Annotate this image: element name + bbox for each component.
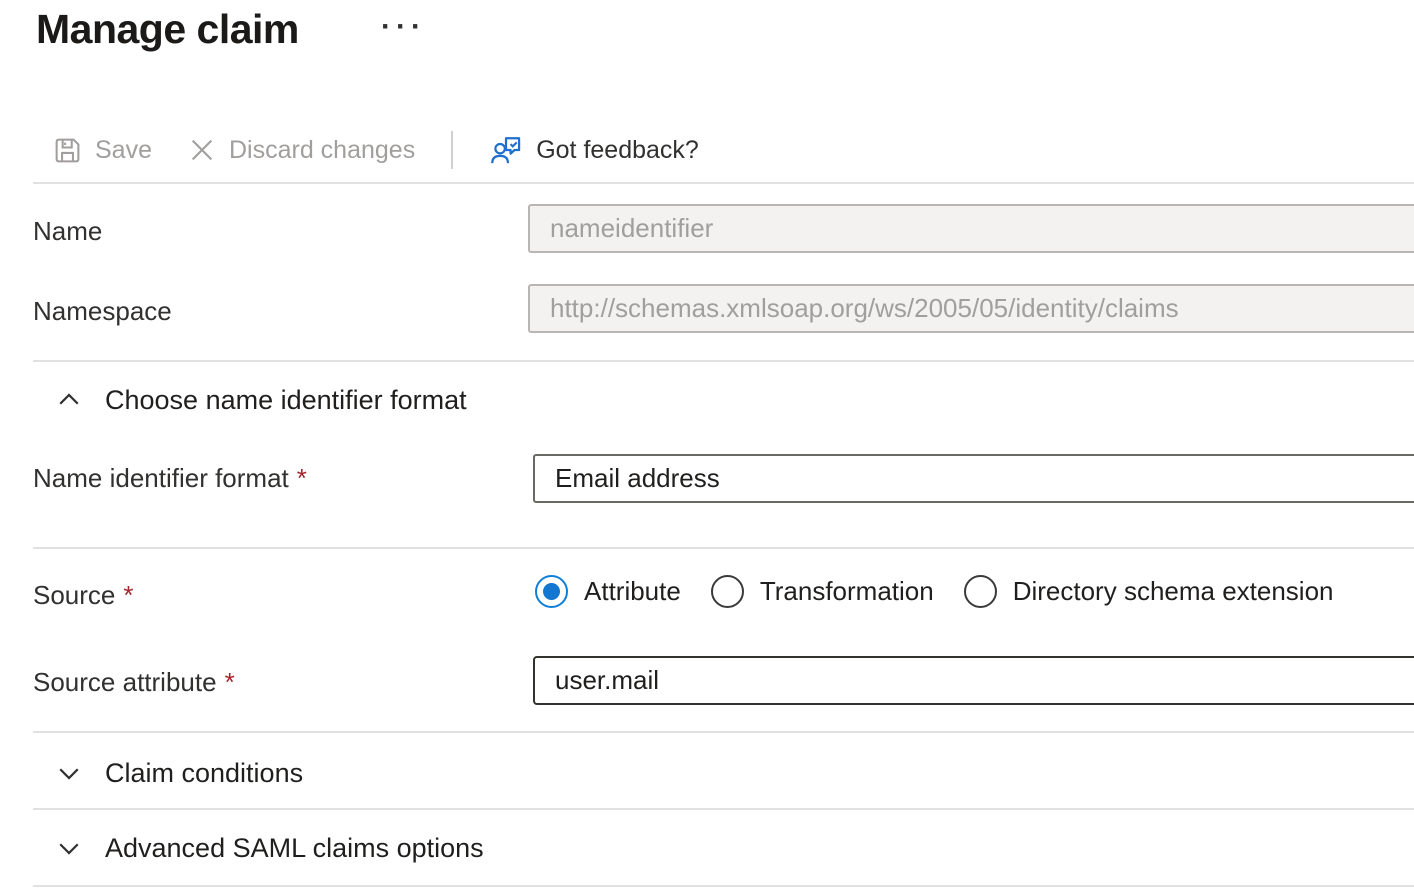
namespace-input: http://schemas.xmlsoap.org/ws/2005/05/id…: [528, 284, 1414, 333]
section-advanced-saml-claims-options[interactable]: Advanced SAML claims options: [53, 832, 484, 864]
section-label: Claim conditions: [105, 758, 303, 789]
divider: [33, 182, 1414, 184]
section-label: Choose name identifier format: [105, 385, 467, 416]
divider: [33, 731, 1414, 733]
more-menu-button[interactable]: ···: [381, 10, 426, 44]
save-button-label: Save: [95, 136, 152, 165]
name-input: nameidentifier: [528, 204, 1414, 253]
chevron-down-icon: [53, 832, 85, 864]
required-asterisk: *: [225, 667, 235, 697]
name-label: Name: [33, 214, 102, 248]
section-label: Advanced SAML claims options: [105, 833, 484, 864]
manage-claim-pane: Manage claim ··· Save Discard changes: [0, 0, 1414, 896]
radio-attribute[interactable]: Attribute: [535, 575, 681, 608]
discard-changes-label: Discard changes: [229, 136, 415, 165]
name-identifier-format-label: Name identifier format*: [33, 461, 307, 495]
page-title: Manage claim: [36, 6, 299, 53]
source-label: Source*: [33, 578, 134, 612]
required-asterisk: *: [297, 463, 307, 493]
save-icon: [53, 136, 82, 165]
radio-transformation[interactable]: Transformation: [711, 575, 934, 608]
divider: [33, 885, 1414, 887]
section-choose-name-identifier-format[interactable]: Choose name identifier format: [53, 384, 467, 416]
source-attribute-combobox[interactable]: user.mail: [533, 656, 1414, 705]
chevron-down-icon: [53, 757, 85, 789]
got-feedback-button[interactable]: Got feedback?: [489, 134, 699, 166]
save-button[interactable]: Save: [53, 136, 152, 165]
source-radio-group: Attribute Transformation Directory schem…: [535, 575, 1334, 608]
chevron-up-icon: [53, 384, 85, 416]
command-bar: Save Discard changes Got feedback?: [53, 126, 699, 174]
radio-circle-icon: [711, 575, 744, 608]
name-identifier-format-dropdown[interactable]: Email address: [533, 454, 1414, 503]
source-attribute-label: Source attribute*: [33, 665, 235, 699]
divider: [33, 547, 1414, 549]
radio-directory-schema-extension[interactable]: Directory schema extension: [964, 575, 1334, 608]
required-asterisk: *: [123, 580, 133, 610]
divider: [33, 808, 1414, 810]
divider: [33, 360, 1414, 362]
discard-changes-button[interactable]: Discard changes: [188, 136, 415, 165]
radio-circle-icon: [535, 575, 568, 608]
toolbar-separator: [451, 131, 453, 169]
section-claim-conditions[interactable]: Claim conditions: [53, 757, 303, 789]
namespace-label: Namespace: [33, 294, 172, 328]
radio-circle-icon: [964, 575, 997, 608]
got-feedback-label: Got feedback?: [536, 136, 699, 165]
feedback-person-icon: [489, 134, 523, 166]
discard-x-icon: [188, 136, 216, 164]
